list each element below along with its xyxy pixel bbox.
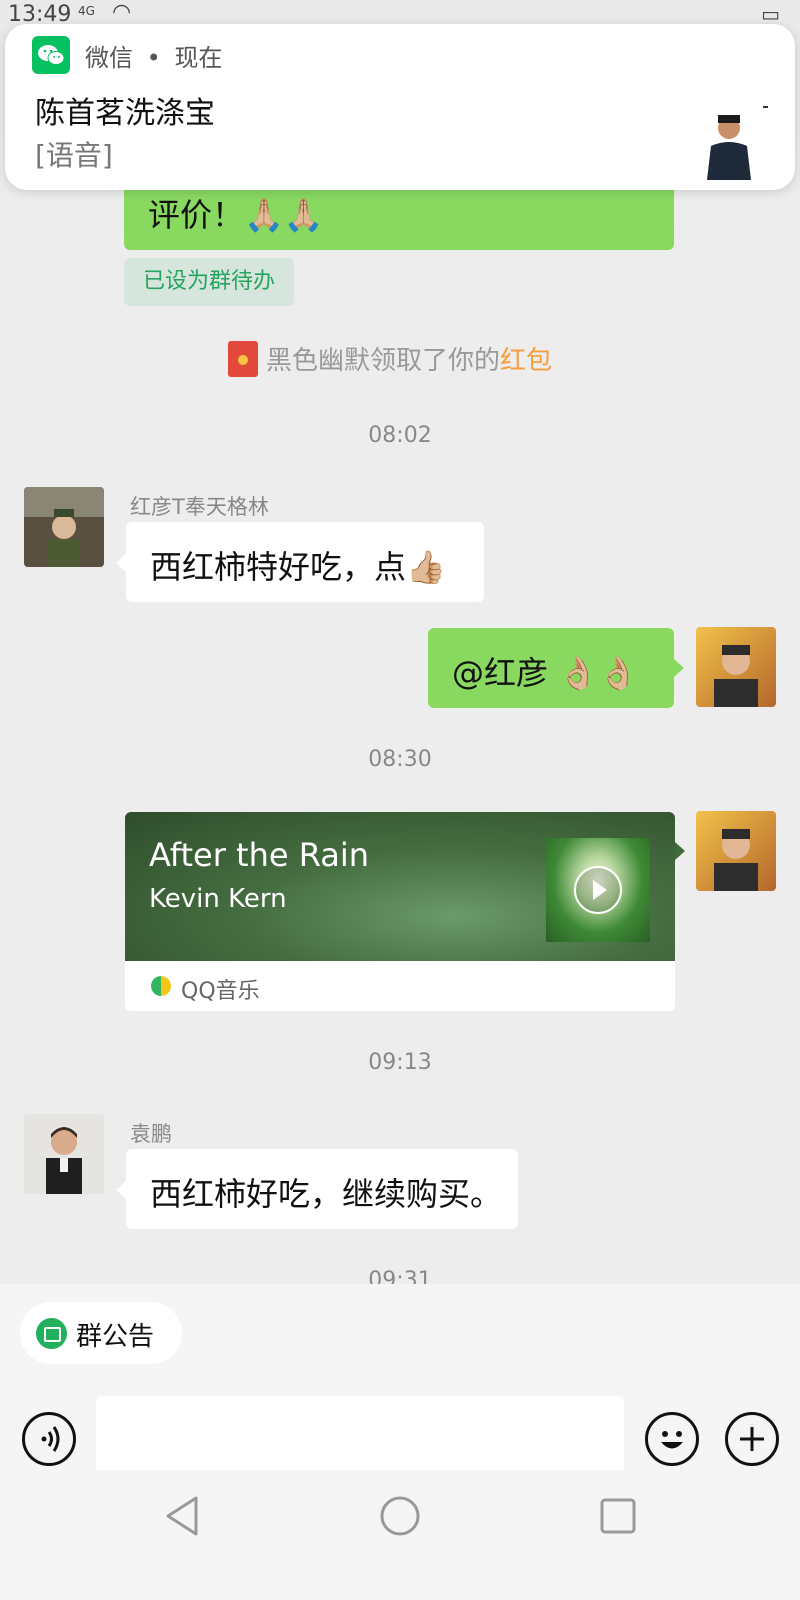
- message-bubble[interactable]: @红彦 👌🏼👌🏼: [428, 628, 674, 708]
- message-bubble[interactable]: 西红柿好吃，继续购买。: [126, 1149, 518, 1229]
- qq-music-icon: [151, 976, 171, 996]
- timestamp: 08:30: [368, 747, 432, 772]
- avatar-photo-icon: [696, 627, 776, 707]
- red-packet-link[interactable]: 红包: [500, 346, 552, 376]
- status-bar: 13:49 4G ◠ ▭: [0, 0, 800, 27]
- notification-sender-avatar: [693, 106, 763, 180]
- bubble-tail: [674, 659, 684, 677]
- music-card-footer: QQ音乐: [125, 961, 675, 1011]
- message-bubble[interactable]: 西红柿特好吃，点👍🏼: [126, 522, 484, 602]
- sender-name: 红彦T奉天格林: [130, 495, 269, 519]
- message-text: 评价！🙏🏼🙏🏼: [148, 196, 324, 234]
- message-input[interactable]: [96, 1396, 624, 1476]
- group-notice-icon: [36, 1318, 67, 1349]
- music-title: After the Rain: [149, 836, 370, 874]
- home-icon[interactable]: [378, 1494, 422, 1538]
- my-avatar[interactable]: [696, 627, 776, 707]
- notification-app-name: 微信: [85, 44, 133, 72]
- my-avatar[interactable]: [696, 811, 776, 891]
- bubble-tail: [116, 554, 126, 572]
- avatar-photo-icon: [24, 487, 104, 567]
- system-message-text: 黑色幽默领取了你的: [266, 346, 501, 376]
- avatar[interactable]: [24, 1114, 104, 1194]
- notification-time: 现在: [174, 44, 223, 72]
- bubble-tail: [675, 842, 685, 860]
- music-artist: Kevin Kern: [149, 884, 287, 914]
- avatar-photo-icon: [696, 811, 776, 891]
- music-source: QQ音乐: [181, 979, 260, 1004]
- music-card[interactable]: After the Rain Kevin Kern QQ音乐: [125, 812, 675, 1011]
- bubble-tail: [116, 1181, 126, 1199]
- battery-icon: ▭: [761, 2, 786, 26]
- avatar-photo-icon: [24, 1114, 104, 1194]
- message-text: 西红柿好吃，继续购买。: [150, 1175, 503, 1213]
- plus-icon: [740, 1427, 764, 1451]
- sender-name: 袁鹏: [130, 1122, 172, 1146]
- play-icon[interactable]: [574, 866, 622, 914]
- wechat-logo-icon: [38, 45, 64, 65]
- voice-button[interactable]: [22, 1412, 76, 1466]
- avatar[interactable]: [24, 487, 104, 567]
- timestamp: 09:13: [368, 1050, 432, 1075]
- back-icon[interactable]: [162, 1494, 202, 1538]
- notification-subtitle: [语音]: [35, 139, 113, 172]
- album-cover[interactable]: [546, 838, 650, 942]
- notification-app-line: 微信 • 现在: [85, 38, 222, 73]
- network-type: 4G: [78, 4, 95, 18]
- voice-icon: [41, 1426, 60, 1452]
- group-notice-button[interactable]: 群公告: [20, 1302, 182, 1364]
- person-photo-icon: [693, 106, 763, 180]
- red-packet-icon: [228, 341, 258, 377]
- wechat-app-icon: [32, 36, 70, 74]
- group-notice-label: 群公告: [76, 1322, 155, 1352]
- group-todo-tag[interactable]: 已设为群待办: [124, 258, 294, 306]
- message-text: 西红柿特好吃，点👍🏼: [150, 548, 446, 586]
- navigation-bar: [0, 1470, 800, 1600]
- recent-apps-icon[interactable]: [598, 1496, 638, 1536]
- timestamp: 09:31: [368, 1268, 432, 1285]
- more-button[interactable]: [725, 1412, 779, 1466]
- notification-banner[interactable]: 微信 • 现在 陈首茗洗涤宝 [语音]: [5, 24, 795, 190]
- message-text: @红彦 👌🏼👌🏼: [452, 654, 638, 692]
- emoji-button[interactable]: [645, 1412, 699, 1466]
- wifi-icon: ◠: [112, 0, 132, 25]
- timestamp: 08:02: [368, 423, 432, 448]
- system-message-redpacket: 黑色幽默领取了你的红包: [228, 340, 552, 377]
- chat-area[interactable]: 评价！🙏🏼🙏🏼 已设为群待办 黑色幽默领取了你的红包 08:02 红彦T奉天格林…: [0, 0, 800, 1285]
- notification-title: 陈首茗洗涤宝: [35, 96, 215, 131]
- emoji-icon: [661, 1431, 683, 1449]
- notification-separator: •: [146, 44, 161, 72]
- music-card-header: After the Rain Kevin Kern: [125, 812, 675, 961]
